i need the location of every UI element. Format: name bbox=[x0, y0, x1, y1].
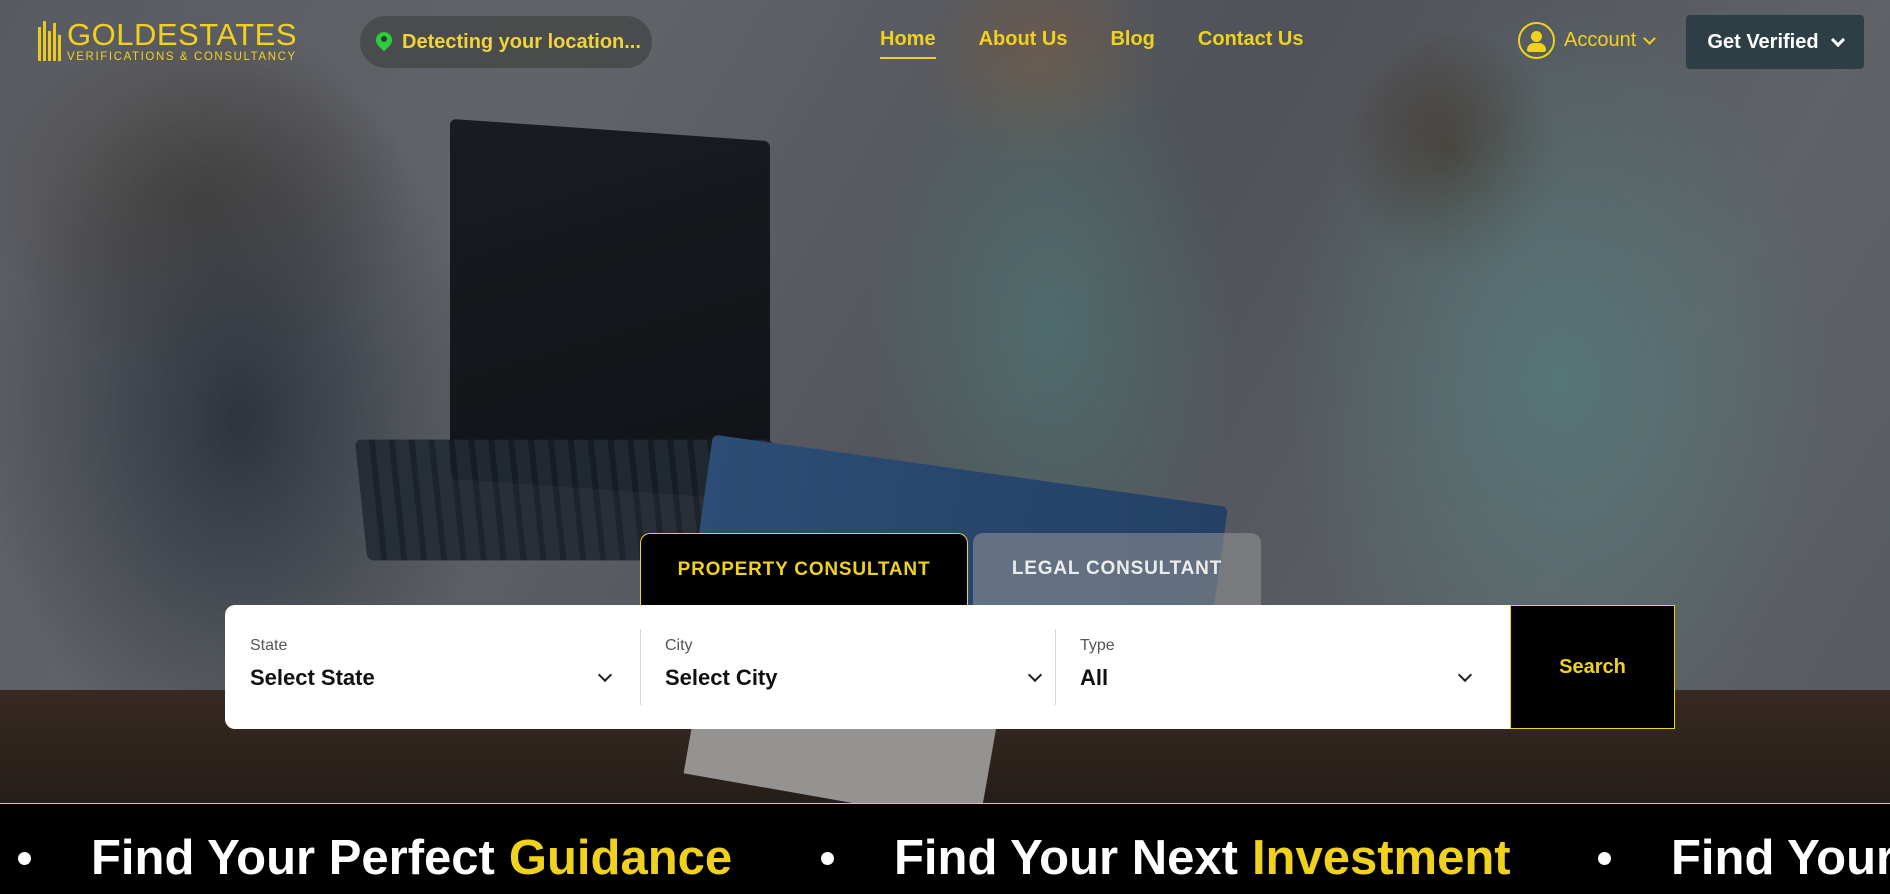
get-verified-label: Get Verified bbox=[1707, 30, 1819, 53]
state-value: Select State bbox=[250, 665, 375, 690]
chevron-down-icon bbox=[1830, 32, 1845, 47]
nav-about-us[interactable]: About Us bbox=[979, 28, 1068, 51]
bullet-icon bbox=[1598, 851, 1611, 865]
chevron-down-icon bbox=[1643, 31, 1657, 45]
search-button[interactable]: Search bbox=[1510, 605, 1675, 729]
account-menu[interactable]: Account bbox=[1518, 22, 1657, 59]
nav-home[interactable]: Home bbox=[880, 28, 936, 59]
bullet-icon bbox=[18, 851, 31, 865]
state-label: State bbox=[250, 637, 288, 654]
marquee-highlight: Investment bbox=[1251, 831, 1511, 885]
type-value: All bbox=[1080, 665, 1109, 690]
state-select[interactable]: State Select State bbox=[225, 605, 640, 729]
tagline-marquee: Find Your Perfect Guidance Find Your Nex… bbox=[0, 803, 1890, 894]
tab-property-consultant[interactable]: PROPERTY CONSULTANT bbox=[640, 533, 968, 605]
marquee-prefix: Find Your Next bbox=[894, 831, 1238, 885]
map-pin-icon bbox=[376, 32, 392, 52]
site-logo[interactable]: GOLDESTATES VERIFICATIONS & CONSULTANCY bbox=[38, 19, 297, 64]
search-form: State Select State City Select City Type… bbox=[225, 605, 1675, 729]
main-nav: Home About Us Blog Contact Us bbox=[880, 28, 1304, 59]
logo-subtitle: VERIFICATIONS & CONSULTANCY bbox=[67, 51, 297, 63]
tab-legal-consultant[interactable]: LEGAL CONSULTANT bbox=[973, 533, 1261, 605]
marquee-item: Find Your bbox=[1598, 830, 1890, 886]
nav-contact-us[interactable]: Contact Us bbox=[1198, 28, 1304, 51]
logo-title: GOLDESTATES bbox=[67, 17, 298, 52]
marquee-highlight: Guidance bbox=[508, 831, 733, 885]
marquee-item: Find Your Perfect Guidance bbox=[18, 830, 732, 886]
nav-blog[interactable]: Blog bbox=[1110, 28, 1154, 51]
marquee-prefix: Find Your Perfect bbox=[91, 831, 495, 885]
type-label: Type bbox=[1080, 637, 1115, 654]
logo-icon bbox=[38, 21, 61, 62]
location-text: Detecting your location... bbox=[402, 30, 641, 53]
bullet-icon bbox=[821, 851, 834, 865]
type-select[interactable]: Type All bbox=[1055, 605, 1510, 729]
marquee-prefix: Find Your bbox=[1671, 831, 1890, 885]
city-label: City bbox=[665, 637, 693, 654]
account-label: Account bbox=[1564, 29, 1637, 51]
city-value: Select City bbox=[665, 665, 778, 690]
user-icon bbox=[1518, 22, 1555, 59]
marquee-item: Find Your Next Investment bbox=[821, 830, 1511, 886]
get-verified-button[interactable]: Get Verified bbox=[1686, 15, 1864, 69]
location-indicator[interactable]: Detecting your location... bbox=[360, 16, 652, 68]
city-select[interactable]: City Select City bbox=[640, 605, 1055, 729]
